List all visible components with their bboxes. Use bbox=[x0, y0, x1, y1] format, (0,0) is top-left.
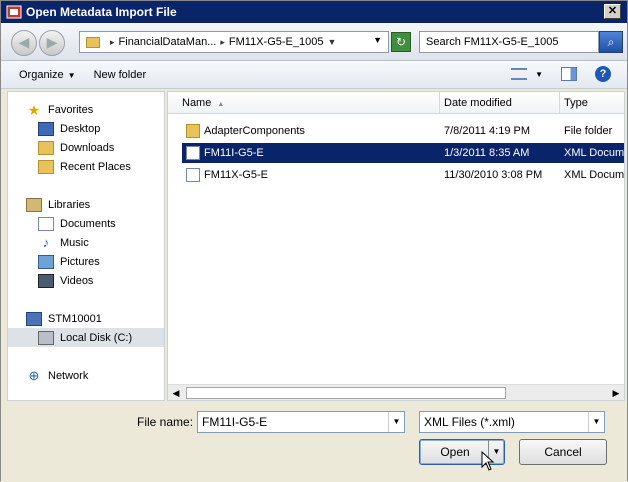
app-icon bbox=[6, 5, 22, 19]
breadcrumb-item[interactable]: FinancialDataMan... bbox=[119, 36, 217, 48]
chevron-down-icon: ▼ bbox=[67, 70, 76, 80]
nav-favorites[interactable]: ★ Favorites bbox=[26, 100, 182, 119]
nav-label: Pictures bbox=[60, 255, 100, 268]
nav-label: Favorites bbox=[48, 103, 94, 116]
pictures-icon bbox=[38, 254, 54, 269]
disk-drive-icon bbox=[38, 330, 54, 345]
breadcrumb-separator-icon[interactable]: ▼ bbox=[327, 37, 336, 47]
title-bar: Open Metadata Import File ✕ bbox=[1, 1, 627, 23]
toolbar: Organize ▼ New folder ▼ ? bbox=[1, 61, 627, 89]
forward-button[interactable]: ▶ bbox=[39, 30, 65, 56]
scroll-left-icon[interactable]: ◀ bbox=[168, 386, 184, 400]
nav-label: Music bbox=[60, 236, 89, 249]
file-row[interactable]: FM11X-G5-E 11/30/2010 3:08 PM XML Docume… bbox=[182, 165, 624, 185]
navigation-pane: ★ Favorites Desktop Downloads Recent Plac… bbox=[7, 91, 165, 401]
network-icon: ⊕ bbox=[28, 367, 40, 383]
open-file-dialog: Open Metadata Import File ✕ ◀ ▶ ▸ Financ… bbox=[0, 0, 628, 482]
xml-file-icon bbox=[186, 146, 200, 160]
computer-icon bbox=[26, 311, 42, 326]
chevron-down-icon[interactable]: ▼ bbox=[388, 412, 404, 432]
refresh-button[interactable]: ↻ bbox=[391, 32, 411, 52]
nav-label: Videos bbox=[60, 274, 94, 287]
column-date[interactable]: Date modified bbox=[440, 92, 560, 114]
file-type-filter-value: XML Files (*.xml) bbox=[424, 415, 515, 429]
address-bar[interactable]: ▸ FinancialDataMan... ▸ FM11X-G5-E_1005 … bbox=[79, 31, 389, 53]
horizontal-scrollbar[interactable]: ◀ ▶ bbox=[168, 384, 624, 400]
xml-file-icon bbox=[186, 168, 200, 182]
cancel-button[interactable]: Cancel bbox=[519, 439, 607, 465]
file-list: Name ▲ Date modified Type AdapterComponen… bbox=[167, 91, 625, 401]
open-label: Open bbox=[440, 445, 470, 459]
nav-label: STM10001 bbox=[48, 312, 102, 325]
file-name-input[interactable]: FM11I-G5-E ▼ bbox=[197, 411, 405, 433]
organize-button[interactable]: Organize ▼ bbox=[19, 69, 76, 81]
breadcrumb-separator-icon: ▸ bbox=[110, 36, 115, 47]
nav-computer[interactable]: STM10001 bbox=[26, 309, 182, 328]
address-row: ◀ ▶ ▸ FinancialDataMan... ▸ FM11X-G5-E_1… bbox=[1, 23, 627, 61]
search-icon[interactable]: ⌕ bbox=[599, 31, 623, 53]
file-date: 1/3/2011 8:35 AM bbox=[444, 147, 530, 159]
view-options-icon[interactable] bbox=[511, 68, 528, 80]
file-name-label: File name: bbox=[137, 415, 194, 429]
organize-label: Organize bbox=[19, 68, 64, 81]
libraries-icon bbox=[26, 197, 42, 212]
nav-label: Local Disk (C:) bbox=[60, 331, 133, 344]
file-name-value: FM11I-G5-E bbox=[202, 415, 268, 429]
nav-libraries[interactable]: Libraries bbox=[26, 195, 182, 214]
breadcrumb-separator-icon[interactable]: ▸ bbox=[220, 37, 225, 48]
help-icon[interactable]: ? bbox=[595, 66, 611, 82]
column-header: Name ▲ Date modified Type bbox=[168, 92, 624, 114]
star-icon: ★ bbox=[27, 101, 41, 118]
folder-icon bbox=[186, 124, 200, 138]
nav-label: Recent Places bbox=[60, 160, 131, 173]
column-name-label: Name bbox=[182, 97, 212, 109]
folder-icon bbox=[86, 36, 100, 48]
nav-label: Documents bbox=[60, 217, 116, 230]
file-row[interactable]: AdapterComponents 7/8/2011 4:19 PM File … bbox=[182, 121, 624, 141]
file-type: XML Document bbox=[564, 169, 624, 181]
breadcrumb-item[interactable]: FM11X-G5-E_1005 bbox=[229, 36, 324, 48]
documents-icon bbox=[38, 216, 54, 231]
file-type: XML Document bbox=[564, 147, 624, 159]
file-type-filter[interactable]: XML Files (*.xml) ▼ bbox=[419, 411, 605, 433]
dialog-footer: File name: FM11I-G5-E ▼ XML Files (*.xml… bbox=[1, 403, 627, 482]
column-type[interactable]: Type bbox=[560, 92, 624, 114]
nav-network[interactable]: ⊕ Network bbox=[26, 366, 182, 385]
file-name: FM11X-G5-E bbox=[204, 169, 268, 181]
back-button[interactable]: ◀ bbox=[11, 30, 37, 56]
search-input[interactable]: Search FM11X-G5-E_1005 bbox=[419, 31, 599, 53]
file-row[interactable]: FM11I-G5-E 1/3/2011 8:35 AM XML Document bbox=[182, 143, 624, 163]
downloads-icon bbox=[38, 140, 54, 155]
file-name: AdapterComponents bbox=[204, 125, 305, 137]
nav-label: Downloads bbox=[60, 141, 115, 154]
scroll-right-icon[interactable]: ▶ bbox=[608, 386, 624, 400]
close-button[interactable]: ✕ bbox=[604, 4, 621, 19]
chevron-down-icon[interactable]: ▼ bbox=[588, 412, 604, 432]
desktop-icon bbox=[38, 121, 54, 136]
address-dropdown-icon[interactable]: ▼ bbox=[373, 35, 382, 45]
window-title: Open Metadata Import File bbox=[26, 5, 177, 19]
nav-label: Network bbox=[48, 369, 89, 382]
mouse-pointer-icon bbox=[481, 451, 495, 471]
music-icon: ♪ bbox=[42, 234, 50, 250]
nav-local-disk[interactable]: Local Disk (C:) bbox=[8, 328, 164, 347]
scroll-thumb[interactable] bbox=[186, 387, 506, 399]
column-name[interactable]: Name ▲ bbox=[168, 92, 440, 114]
file-type: File folder bbox=[564, 125, 613, 137]
sort-ascending-icon: ▲ bbox=[217, 101, 225, 108]
preview-pane-icon[interactable] bbox=[561, 67, 577, 81]
videos-icon bbox=[38, 273, 54, 288]
nav-label: Libraries bbox=[48, 198, 91, 211]
file-date: 11/30/2010 3:08 PM bbox=[444, 169, 543, 181]
recent-places-icon bbox=[38, 159, 54, 174]
file-name: FM11I-G5-E bbox=[204, 147, 264, 159]
chevron-down-icon[interactable]: ▼ bbox=[535, 70, 543, 79]
new-folder-button[interactable]: New folder bbox=[94, 69, 147, 81]
nav-label: Desktop bbox=[60, 122, 101, 135]
file-date: 7/8/2011 4:19 PM bbox=[444, 125, 531, 137]
